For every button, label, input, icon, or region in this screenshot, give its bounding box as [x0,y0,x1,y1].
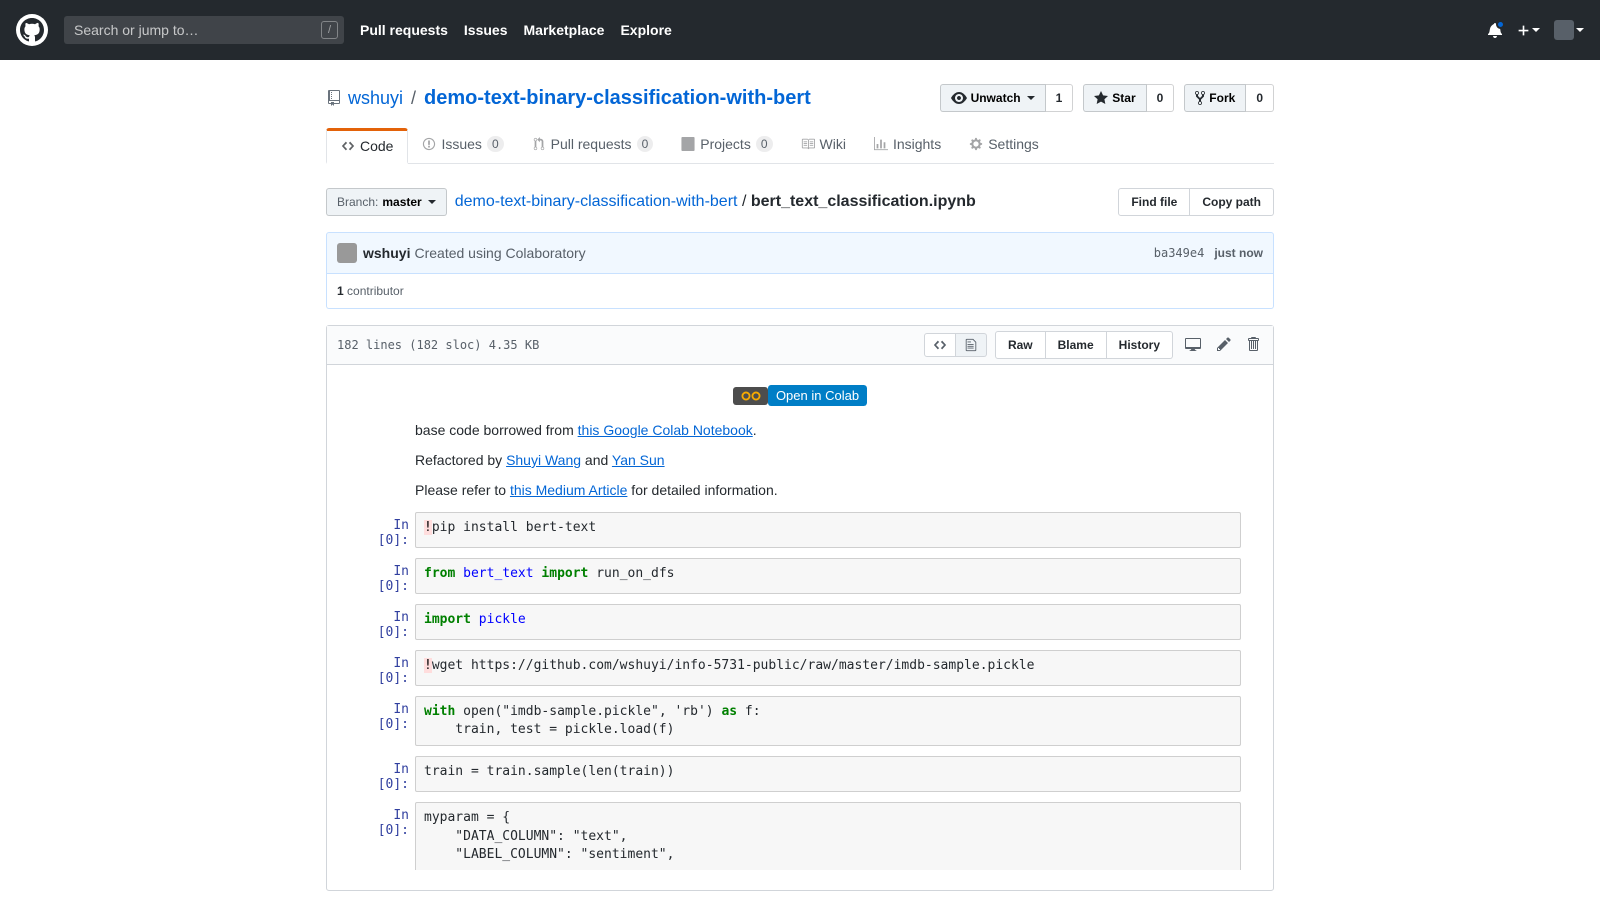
fork-count[interactable]: 0 [1246,84,1274,112]
yan-sun-link[interactable]: Yan Sun [612,452,665,468]
projects-count: 0 [756,136,773,152]
source-view-button[interactable] [924,333,956,357]
contributors-link[interactable]: 1 contributor [337,284,404,298]
open-in-colab-link[interactable]: Open in Colab [733,385,867,406]
user-menu[interactable] [1554,20,1584,40]
edit-icon[interactable] [1213,336,1235,355]
commit-author[interactable]: wshuyi [363,245,410,261]
commit-avatar [337,243,357,263]
commit-message: Created using Colaboratory [414,245,585,261]
copy-path-button[interactable]: Copy path [1190,188,1274,216]
blame-button[interactable]: Blame [1046,331,1107,359]
trash-icon[interactable] [1243,336,1263,355]
tab-wiki[interactable]: Wiki [787,128,860,163]
rendered-view-button[interactable] [956,333,987,357]
create-new-icon[interactable] [1517,24,1540,37]
tab-settings[interactable]: Settings [955,128,1053,163]
breadcrumb-file: bert_text_classification.ipynb [751,193,976,210]
star-icon [1094,90,1108,106]
file-info: 182 lines (182 sloc) 4.35 KB [337,338,539,352]
contributors-bar: 1 contributor [326,274,1274,309]
search-input[interactable] [64,16,344,44]
code-icon [341,139,355,153]
raw-button[interactable]: Raw [995,331,1046,359]
tab-code[interactable]: Code [326,128,408,164]
find-file-button[interactable]: Find file [1118,188,1190,216]
fork-icon [1195,90,1205,106]
chevron-down-icon [428,200,436,204]
colab-notebook-link[interactable]: this Google Colab Notebook [578,422,753,438]
tab-issues[interactable]: Issues 0 [408,128,517,163]
history-button[interactable]: History [1107,331,1173,359]
tab-pull-requests[interactable]: Pull requests 0 [518,128,668,163]
code-cell: In [0]: !wget https://github.com/wshuyi/… [359,650,1241,686]
star-button[interactable]: Star [1083,84,1146,112]
chevron-down-icon [1027,96,1035,100]
breadcrumb: demo-text-binary-classification-with-ber… [455,193,976,211]
code-cell: In [0]: import pickle [359,604,1241,640]
separator: / [411,88,416,109]
repo-owner-link[interactable]: wshuyi [348,88,403,109]
notebook-content: Open in Colab base code borrowed from th… [327,365,1273,890]
project-icon [681,137,695,151]
issues-count: 0 [487,136,504,152]
desktop-icon[interactable] [1181,336,1205,355]
fork-button[interactable]: Fork [1184,84,1246,112]
repo-name-link[interactable]: demo-text-binary-classification-with-ber… [424,87,811,110]
breadcrumb-repo[interactable]: demo-text-binary-classification-with-ber… [455,193,738,210]
star-count[interactable]: 0 [1147,84,1175,112]
pr-icon [532,137,546,151]
search-container: / [64,16,344,44]
branch-select[interactable]: Branch: master [326,188,447,216]
nav-explore[interactable]: Explore [620,22,671,38]
notification-dot [1496,20,1505,29]
shuyi-wang-link[interactable]: Shuyi Wang [506,452,581,468]
slash-hint: / [321,21,338,39]
graph-icon [874,137,888,151]
tab-projects[interactable]: Projects 0 [667,128,786,163]
medium-article-link[interactable]: this Medium Article [510,482,627,498]
book-icon [801,137,815,151]
code-cell: In [0]: from bert_text import run_on_dfs [359,558,1241,594]
github-logo[interactable] [16,14,48,46]
prs-count: 0 [637,136,654,152]
tab-insights[interactable]: Insights [860,128,955,163]
commit-sha[interactable]: ba349e4 [1154,246,1205,260]
commit-tease: wshuyi Created using Colaboratory ba349e… [326,232,1274,274]
watch-count[interactable]: 1 [1046,84,1074,112]
gear-icon [969,137,983,151]
notifications-icon[interactable] [1487,22,1503,38]
unwatch-button[interactable]: Unwatch [940,84,1046,112]
nav-pull-requests[interactable]: Pull requests [360,22,448,38]
code-cell: In [0]: myparam = { "DATA_COLUMN": "text… [359,802,1241,870]
issue-icon [422,137,436,151]
commit-time: just now [1214,246,1263,260]
repo-icon [326,90,342,106]
code-cell: In [0]: !pip install bert-text [359,512,1241,548]
nav-marketplace[interactable]: Marketplace [524,22,605,38]
avatar [1554,20,1574,40]
nav-issues[interactable]: Issues [464,22,508,38]
code-cell: In [0]: train = train.sample(len(train)) [359,756,1241,792]
eye-icon [951,90,967,106]
code-cell: In [0]: with open("imdb-sample.pickle", … [359,696,1241,746]
